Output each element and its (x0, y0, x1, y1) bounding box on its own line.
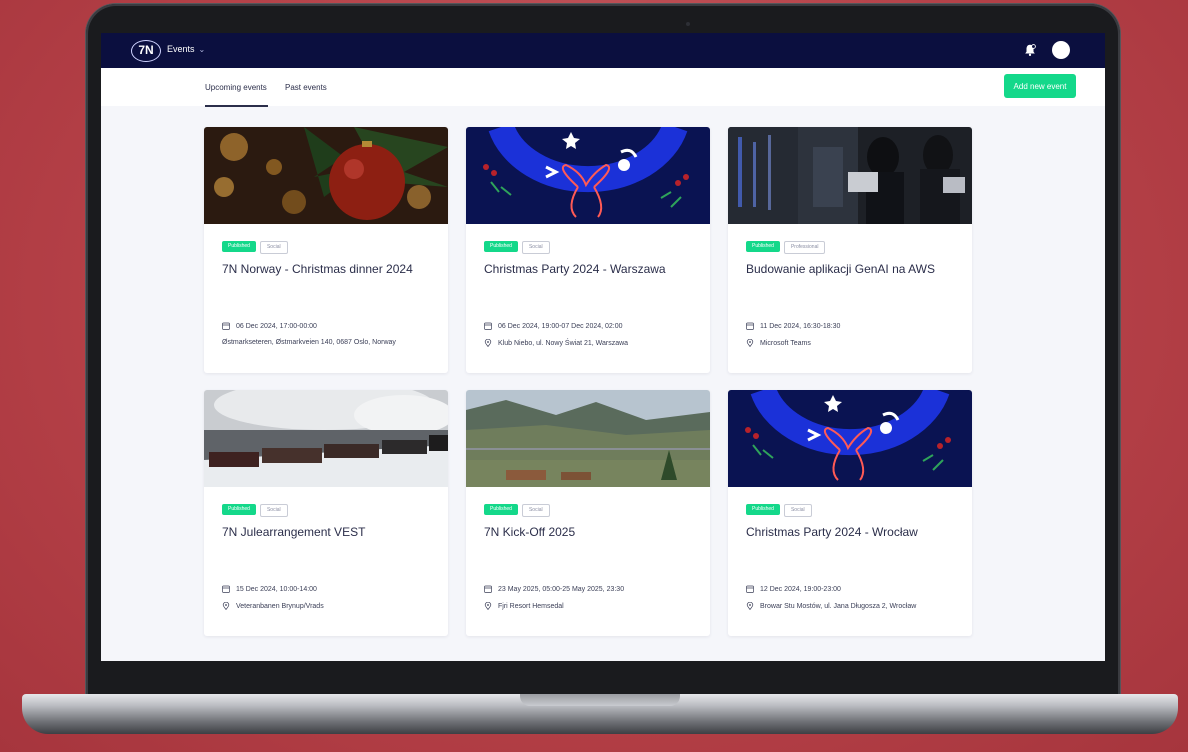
event-location-row: Klub Niebo, ul. Nowy Świat 21, Warszawa (484, 339, 628, 347)
event-location: Microsoft Teams (760, 339, 811, 347)
status-badge: Published (746, 504, 780, 515)
logo[interactable]: 7N (131, 40, 161, 62)
event-location-row: Browar Stu Mostów, ul. Jana Długosza 2, … (746, 602, 916, 610)
tab-past-events[interactable]: Past events (285, 83, 327, 92)
webcam (686, 22, 690, 26)
badges: Published Social (222, 504, 288, 517)
event-card[interactable]: Published Social 7N Norway - Christmas d… (204, 127, 448, 373)
status-badge: Published (746, 241, 780, 252)
status-badge: Published (222, 504, 256, 515)
calendar-icon (222, 322, 230, 330)
event-date-row: 06 Dec 2024, 19:00-07 Dec 2024, 02:00 (484, 322, 623, 330)
event-card[interactable]: Published Social Christmas Party 2024 - … (466, 127, 710, 373)
event-date-row: 15 Dec 2024, 10:00-14:00 (222, 585, 317, 593)
event-date: 06 Dec 2024, 19:00-07 Dec 2024, 02:00 (498, 322, 623, 330)
event-card[interactable]: Published Social 7N Kick-Off 2025 23 May… (466, 390, 710, 636)
calendar-icon (746, 585, 754, 593)
user-avatar[interactable] (1052, 41, 1070, 59)
calendar-icon (484, 585, 492, 593)
app-screen: 7N Events ⌄ Upcoming events Past events … (101, 33, 1105, 661)
category-badge: Social (259, 241, 288, 254)
event-grid: Published Social 7N Norway - Christmas d… (204, 127, 972, 647)
tab-upcoming-events[interactable]: Upcoming events (205, 83, 267, 92)
location-pin-icon (746, 602, 754, 610)
event-image-christmas-ornament (204, 127, 448, 224)
event-date: 23 May 2025, 05:00-25 May 2025, 23:30 (498, 585, 625, 593)
category-badge: Social (783, 504, 812, 517)
event-image-christmas-wreath (466, 127, 710, 224)
calendar-icon (222, 585, 230, 593)
event-date: 12 Dec 2024, 19:00-23:00 (760, 585, 841, 593)
event-title[interactable]: 7N Kick-Off 2025 (484, 525, 575, 539)
badges: Published Social (484, 504, 550, 517)
event-date: 15 Dec 2024, 10:00-14:00 (236, 585, 317, 593)
badges: Published Professional (746, 241, 826, 254)
badges: Published Social (222, 241, 288, 254)
event-location-row: Veteranbanen Brynup/Vrads (222, 602, 324, 610)
events-menu-label: Events (167, 44, 195, 54)
status-badge: Published (222, 241, 256, 252)
event-title[interactable]: 7N Norway - Christmas dinner 2024 (222, 262, 413, 276)
event-location-row: Østmarkseteren, Østmarkveien 140, 0687 O… (222, 339, 396, 346)
event-location-row: Fjri Resort Hemsedal (484, 602, 564, 610)
event-date-row: 11 Dec 2024, 16:30-18:30 (746, 322, 840, 330)
event-title[interactable]: Christmas Party 2024 - Wrocław (746, 525, 918, 539)
location-pin-icon (484, 339, 492, 347)
chevron-down-icon: ⌄ (198, 44, 206, 54)
status-badge: Published (484, 504, 518, 515)
event-location: Veteranbanen Brynup/Vrads (236, 602, 324, 610)
event-location: Browar Stu Mostów, ul. Jana Długosza 2, … (760, 602, 917, 610)
status-badge: Published (484, 241, 518, 252)
category-badge: Social (259, 504, 288, 517)
badges: Published Social (746, 504, 812, 517)
event-title[interactable]: Christmas Party 2024 - Warszawa (484, 262, 666, 276)
event-location: Fjri Resort Hemsedal (498, 602, 564, 610)
top-nav: 7N Events ⌄ (101, 33, 1105, 68)
event-image-mountain-resort (466, 390, 710, 487)
event-date-row: 06 Dec 2024, 17:00-00:00 (222, 322, 317, 330)
active-tab-indicator (205, 105, 268, 107)
event-image-steam-train (204, 390, 448, 487)
location-pin-icon (484, 602, 492, 610)
event-card[interactable]: Published Social Christmas Party 2024 - … (728, 390, 972, 636)
event-date: 11 Dec 2024, 16:30-18:30 (760, 322, 841, 330)
category-badge: Social (521, 241, 550, 254)
event-title[interactable]: Budowanie aplikacji GenAI na AWS (746, 262, 935, 276)
event-location: Østmarkseteren, Østmarkveien 140, 0687 O… (222, 339, 396, 346)
badges: Published Social (484, 241, 550, 254)
event-date-row: 23 May 2025, 05:00-25 May 2025, 23:30 (484, 585, 624, 593)
event-image-server-room (728, 127, 972, 224)
event-date-row: 12 Dec 2024, 19:00-23:00 (746, 585, 841, 593)
notification-bell-icon[interactable] (1023, 43, 1037, 57)
category-badge: Professional (783, 241, 826, 254)
location-pin-icon (746, 339, 754, 347)
add-new-event-button[interactable]: Add new event (1004, 74, 1076, 98)
event-card[interactable]: Published Social 7N Julearrangement VEST… (204, 390, 448, 636)
event-location-row: Microsoft Teams (746, 339, 811, 347)
event-image-christmas-wreath (728, 390, 972, 487)
event-card[interactable]: Published Professional Budowanie aplikac… (728, 127, 972, 373)
tabs-bar: Upcoming events Past events Add new even… (101, 68, 1105, 107)
event-location: Klub Niebo, ul. Nowy Świat 21, Warszawa (498, 339, 629, 347)
location-pin-icon (222, 602, 230, 610)
calendar-icon (484, 322, 492, 330)
laptop-notch (520, 694, 680, 706)
events-menu[interactable]: Events ⌄ (167, 44, 205, 54)
event-date: 06 Dec 2024, 17:00-00:00 (236, 322, 317, 330)
event-title[interactable]: 7N Julearrangement VEST (222, 525, 365, 539)
calendar-icon (746, 322, 754, 330)
category-badge: Social (521, 504, 550, 517)
